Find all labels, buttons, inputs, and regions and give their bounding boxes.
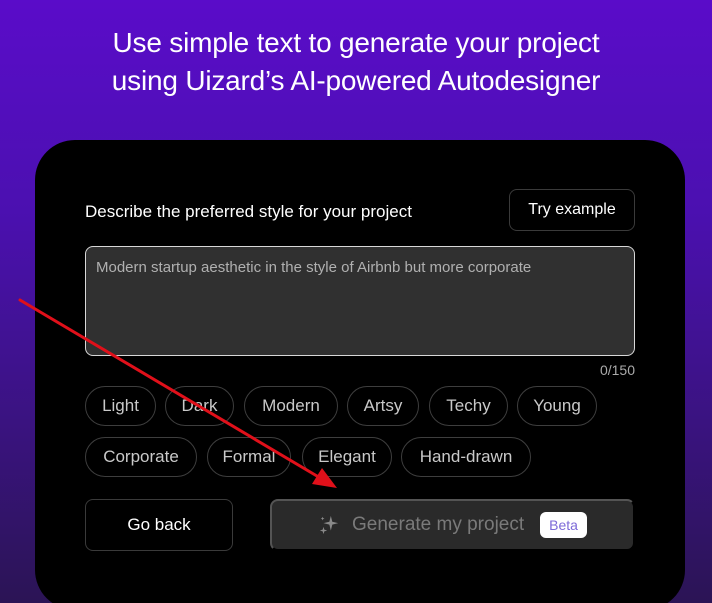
generate-project-button[interactable]: Generate my project Beta	[270, 499, 635, 551]
style-description-input[interactable]	[86, 247, 634, 355]
character-counter: 0/150	[599, 362, 635, 378]
chip-corporate[interactable]: Corporate	[85, 437, 197, 477]
hero-line-2: using Uizard’s AI-powered Autodesigner	[111, 65, 601, 96]
beta-badge: Beta	[540, 512, 587, 538]
chip-modern[interactable]: Modern	[244, 386, 338, 426]
style-textarea-container	[85, 246, 635, 356]
generate-label: Generate my project	[352, 514, 525, 535]
hero-line-1: Use simple text to generate your project	[112, 27, 600, 58]
chip-hand-drawn[interactable]: Hand-drawn	[401, 437, 531, 477]
chip-dark[interactable]: Dark	[165, 386, 234, 426]
chip-light[interactable]: Light	[85, 386, 156, 426]
chip-artsy[interactable]: Artsy	[347, 386, 419, 426]
chip-formal[interactable]: Formal	[207, 437, 291, 477]
chip-techy[interactable]: Techy	[429, 386, 508, 426]
autodesigner-card: Describe the preferred style for your pr…	[35, 140, 685, 603]
style-prompt-label: Describe the preferred style for your pr…	[85, 202, 412, 221]
go-back-button[interactable]: Go back	[85, 499, 233, 551]
chip-elegant[interactable]: Elegant	[302, 437, 392, 477]
sparkle-icon	[319, 515, 339, 535]
hero-headline: Use simple text to generate your project…	[0, 24, 712, 100]
try-example-button[interactable]: Try example	[509, 189, 635, 231]
chip-young[interactable]: Young	[517, 386, 597, 426]
